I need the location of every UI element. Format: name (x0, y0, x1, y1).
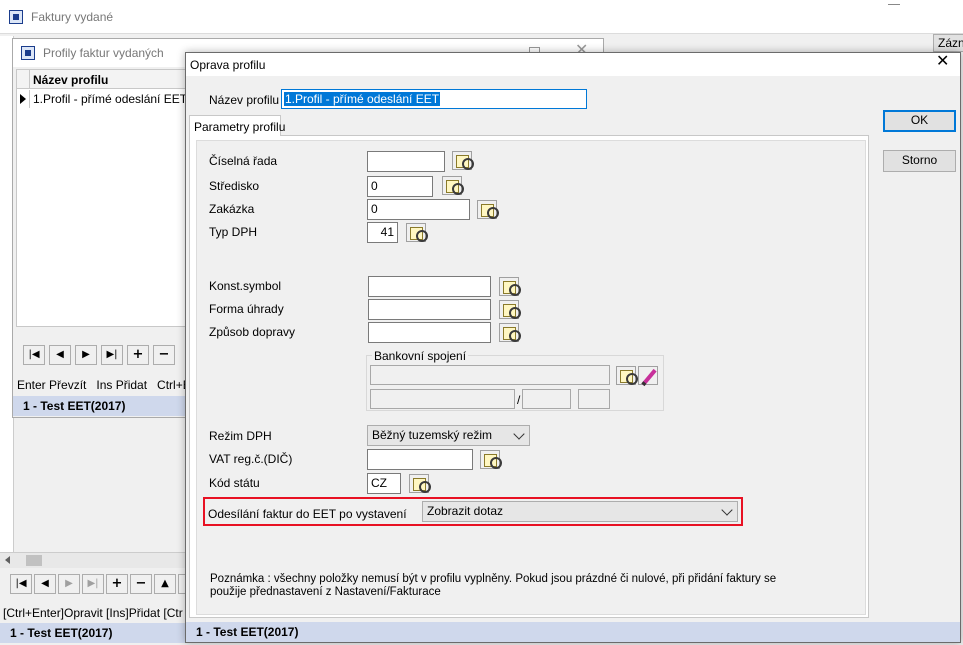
kod-statu-input[interactable]: CZ (367, 473, 401, 494)
stredisko-lookup-icon[interactable] (442, 176, 464, 195)
main-nav-delete-button[interactable]: − (130, 574, 152, 594)
profile-name-label: Název profilu (209, 93, 280, 107)
dialog-titlebar: Oprava profilu ✕ (186, 53, 960, 76)
ciselna-rada-lookup-icon[interactable] (452, 151, 474, 170)
minimize-icon[interactable] (888, 4, 900, 5)
ciselna-rada-input[interactable] (367, 151, 445, 172)
profiles-window-title: Profily faktur vydaných (43, 46, 164, 60)
main-status-bar: 1 - Test EET(2017) (0, 623, 190, 643)
kod-statu-lookup-icon[interactable] (409, 474, 431, 493)
note-line-2: použije přednastavení z Nastavení/Faktur… (210, 586, 441, 598)
zakazka-label: Zakázka (209, 202, 255, 216)
forma-uhrady-input[interactable] (368, 299, 491, 320)
profile-row-name: 1.Profil - přímé odeslání EET (33, 92, 188, 106)
dialog-close-icon[interactable]: ✕ (936, 54, 949, 70)
cancel-button[interactable]: Storno (883, 150, 956, 172)
main-nav-prev-button[interactable]: ◀ (34, 574, 56, 594)
zpusob-dopravy-lookup-icon[interactable] (499, 323, 521, 342)
zazn-button[interactable]: Zázn (933, 34, 963, 52)
main-nav-up-button[interactable]: ▲ (154, 574, 176, 594)
main-nav-add-button[interactable]: + (106, 574, 128, 594)
profiles-grid: Název profilu 1.Profil - přímé odeslání … (16, 69, 188, 327)
profiles-nav-delete-button[interactable]: − (153, 345, 175, 365)
row-pointer-icon (20, 94, 26, 104)
rezim-dph-label: Režim DPH (209, 429, 272, 443)
bank-edit-pencil-icon[interactable] (638, 366, 658, 385)
eet-label: Odesílání faktur do EET po vystavení (208, 507, 407, 521)
profiles-column-header: Název profilu (33, 73, 109, 87)
ok-button-label: OK (910, 113, 929, 127)
profiles-nav-add-button[interactable]: + (127, 345, 149, 365)
zazn-button-label: Zázn (938, 36, 963, 50)
bank-number-input[interactable] (370, 389, 515, 409)
profiles-nav-prev-button[interactable]: ◀ (49, 345, 71, 365)
main-nav-next-button[interactable]: ▶ (58, 574, 80, 594)
vat-reg-lookup-icon[interactable] (480, 450, 502, 469)
horizontal-scrollbar[interactable] (0, 552, 190, 568)
typ-dph-input[interactable]: 41 (367, 222, 398, 243)
profile-name-input[interactable]: 1.Profil - přímé odeslání EET (281, 89, 587, 109)
profile-name-value: 1.Profil - přímé odeslání EET (284, 92, 441, 106)
ciselna-rada-label: Číselná řada (209, 154, 278, 168)
tab-parametry-profilu[interactable]: Parametry profilu (189, 115, 285, 136)
eet-select[interactable]: Zobrazit dotaz (422, 501, 738, 522)
zakazka-input[interactable]: 0 (367, 199, 470, 220)
ok-button[interactable]: OK (883, 110, 956, 132)
scroll-left-icon[interactable] (5, 556, 10, 564)
table-row[interactable]: 1.Profil - přímé odeslání EET (17, 90, 187, 108)
vat-reg-label: VAT reg.č.(DIČ) (209, 452, 293, 466)
kod-statu-label: Kód státu (209, 476, 260, 490)
profiles-nav-next-button[interactable]: ▶ (75, 345, 97, 365)
konst-symbol-lookup-icon[interactable] (499, 277, 521, 296)
main-hint-bar: [Ctrl+Enter]Opravit [Ins]Přidat [Ctr (3, 606, 183, 620)
note-line-1: Poznámka : všechny položky nemusí být v … (210, 573, 777, 585)
chevron-down-icon (721, 504, 733, 516)
scroll-thumb[interactable] (26, 555, 42, 566)
edit-profile-dialog: Oprava profilu ✕ Název profilu 1.Profil … (185, 52, 961, 643)
main-titlebar: Faktury vydané (0, 0, 963, 34)
dialog-title: Oprava profilu (190, 58, 266, 72)
tab-label: Parametry profilu (194, 120, 286, 134)
rezim-dph-value: Běžný tuzemský režim (372, 428, 493, 442)
profiles-hint-bar: Enter Převzít Ins Přidat Ctrl+En (17, 378, 198, 392)
dialog-status-bar: 1 - Test EET(2017) (186, 622, 960, 642)
rezim-dph-select[interactable]: Běžný tuzemský režim (367, 425, 530, 446)
vat-reg-input[interactable] (367, 449, 473, 470)
stredisko-label: Středisko (209, 179, 260, 193)
chevron-down-icon (513, 428, 525, 440)
forma-uhrady-label: Forma úhrady (209, 302, 284, 316)
typ-dph-label: Typ DPH (209, 225, 258, 239)
profiles-nav-first-button[interactable]: |◀ (23, 345, 45, 365)
eet-value: Zobrazit dotaz (427, 504, 504, 518)
bank-account-input[interactable] (370, 365, 610, 385)
zpusob-dopravy-input[interactable] (368, 322, 491, 343)
profiles-grid-header: Název profilu (17, 70, 187, 89)
zakazka-lookup-icon[interactable] (477, 200, 499, 219)
profiles-window-icon (21, 46, 35, 60)
bank-symbol-input[interactable] (578, 389, 610, 409)
bank-code-input[interactable] (522, 389, 571, 409)
bank-group-label: Bankovní spojení (372, 349, 469, 363)
typ-dph-lookup-icon[interactable] (406, 223, 428, 242)
profiles-status-bar: 1 - Test EET(2017) (13, 396, 188, 416)
konst-symbol-label: Konst.symbol (209, 279, 282, 293)
bank-lookup-icon[interactable] (616, 366, 638, 385)
stredisko-input[interactable]: 0 (367, 176, 433, 197)
forma-uhrady-lookup-icon[interactable] (499, 300, 521, 319)
profiles-nav-last-button[interactable]: ▶| (101, 345, 123, 365)
main-window-title: Faktury vydané (31, 10, 114, 24)
main-nav-last-button[interactable]: ▶| (82, 574, 104, 594)
bank-separator: / (517, 393, 521, 407)
zpusob-dopravy-label: Způsob dopravy (209, 325, 296, 339)
main-nav-first-button[interactable]: |◀ (10, 574, 32, 594)
app-icon (9, 10, 23, 24)
cancel-button-label: Storno (901, 153, 938, 167)
konst-symbol-input[interactable] (368, 276, 491, 297)
